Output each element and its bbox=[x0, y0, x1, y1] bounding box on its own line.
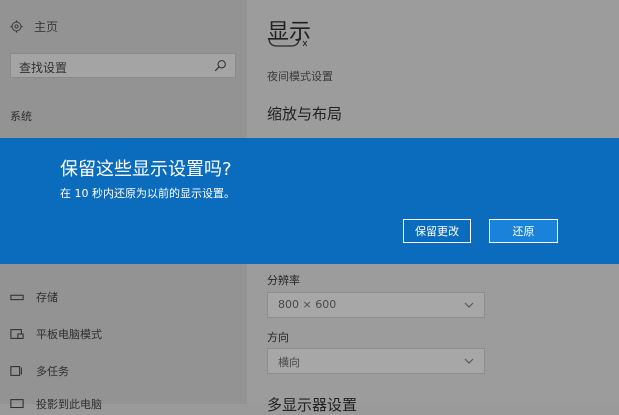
search-icon bbox=[214, 60, 226, 72]
sidebar-item-label: 平板电脑模式 bbox=[36, 328, 102, 341]
orientation-label: 方向 bbox=[267, 331, 289, 344]
sidebar-item-label: 投影到此电脑 bbox=[36, 398, 102, 411]
orientation-dropdown[interactable]: 横向 bbox=[267, 348, 485, 374]
section-label-system: 系统 bbox=[10, 110, 32, 123]
chevron-down-icon bbox=[464, 358, 474, 364]
home-nav-item[interactable]: 主页 bbox=[10, 18, 58, 35]
storage-icon bbox=[10, 294, 24, 301]
project-icon bbox=[10, 399, 24, 409]
keep-display-settings-dialog: 保留这些显示设置吗? 在 10 秒内还原为以前的显示设置。 保留更改 还原 bbox=[0, 138, 619, 264]
dialog-title: 保留这些显示设置吗? bbox=[60, 159, 232, 180]
resolution-label: 分辨率 bbox=[267, 274, 300, 287]
sidebar-item-project[interactable]: 投影到此电脑 bbox=[10, 396, 102, 412]
scale-layout-heading: 缩放与布局 bbox=[267, 105, 343, 123]
dialog-message: 在 10 秒内还原为以前的显示设置。 bbox=[60, 187, 235, 200]
sidebar-item-tablet-mode[interactable]: 平板电脑模式 bbox=[10, 326, 102, 342]
monitor-icon bbox=[268, 38, 307, 47]
sidebar-item-label: 多任务 bbox=[36, 365, 69, 378]
sidebar-item-storage[interactable]: 存储 bbox=[10, 289, 58, 305]
settings-search-input[interactable]: 查找设置 bbox=[10, 53, 236, 78]
tablet-mode-icon bbox=[10, 329, 24, 339]
home-label: 主页 bbox=[34, 20, 59, 34]
keep-changes-button[interactable]: 保留更改 bbox=[403, 219, 471, 243]
search-placeholder: 查找设置 bbox=[19, 61, 68, 75]
sidebar-item-label: 存储 bbox=[36, 291, 58, 304]
multi-display-heading: 多显示器设置 bbox=[267, 396, 358, 414]
resolution-dropdown[interactable]: 800 × 600 bbox=[267, 292, 485, 318]
multitasking-icon bbox=[10, 366, 22, 376]
sidebar-item-multitasking[interactable]: 多任务 bbox=[10, 363, 69, 379]
chevron-down-icon bbox=[464, 302, 474, 308]
resolution-value: 800 × 600 bbox=[278, 298, 337, 311]
orientation-value: 横向 bbox=[278, 356, 300, 369]
revert-button[interactable]: 还原 bbox=[489, 219, 558, 243]
night-mode-settings-link[interactable]: 夜间模式设置 bbox=[267, 68, 333, 84]
gear-icon bbox=[10, 20, 23, 33]
